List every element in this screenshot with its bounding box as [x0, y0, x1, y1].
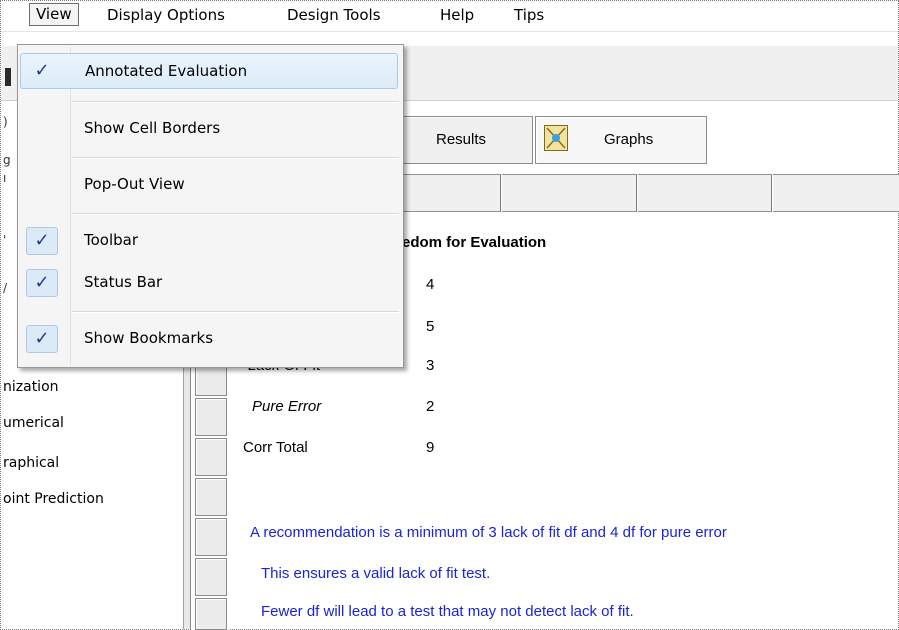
- tab-results[interactable]: Results: [395, 116, 533, 164]
- row-header[interactable]: [195, 438, 227, 476]
- menu-item-show-cell-borders[interactable]: Show Cell Borders: [20, 111, 399, 147]
- tree-node-fragment: /: [3, 281, 8, 295]
- tree-item-numerical[interactable]: umerical: [3, 415, 64, 431]
- df-value-corr-total: 9: [426, 439, 435, 456]
- menu-display-options[interactable]: Display Options: [101, 4, 231, 26]
- row-label-pure-error: Pure Error: [252, 398, 322, 415]
- check-icon: ✓: [34, 60, 50, 81]
- df-value-pure-error: 2: [426, 398, 435, 415]
- tab-results-label: Results: [436, 131, 487, 148]
- column-header[interactable]: [502, 174, 637, 212]
- menu-item-label: Show Cell Borders: [84, 119, 221, 137]
- report-heading: edom for Evaluation: [402, 234, 547, 251]
- tree-item-point-prediction[interactable]: oint Prediction: [3, 491, 104, 507]
- menu-item-pop-out-view[interactable]: Pop-Out View: [20, 167, 399, 203]
- tree-node-fragment: g: [3, 153, 11, 167]
- menu-tips[interactable]: Tips: [508, 4, 550, 26]
- tree-item-graphical[interactable]: raphical: [3, 455, 59, 471]
- menu-view[interactable]: View: [29, 3, 79, 26]
- check-icon: ✓: [26, 325, 58, 353]
- graph-icon: [544, 125, 568, 151]
- tab-graphs[interactable]: Graphs: [535, 116, 707, 164]
- menu-separator: [72, 311, 399, 313]
- menu-item-annotated-evaluation[interactable]: ✓ Annotated Evaluation: [20, 53, 398, 89]
- menu-item-label: Show Bookmarks: [84, 329, 214, 347]
- tree-node-fragment: ': [3, 233, 7, 247]
- menu-help[interactable]: Help: [434, 4, 480, 26]
- check-icon: ✓: [26, 227, 58, 255]
- column-header[interactable]: [773, 174, 899, 212]
- menu-item-label: Annotated Evaluation: [85, 62, 248, 80]
- df-value-lack-of-fit: 3: [426, 357, 435, 374]
- row-header[interactable]: [195, 518, 227, 556]
- menu-item-label: Status Bar: [84, 273, 163, 291]
- menu-item-label: Toolbar: [84, 231, 139, 249]
- df-value-residual: 5: [426, 318, 435, 335]
- row-header[interactable]: [195, 558, 227, 596]
- menu-separator: [72, 101, 399, 103]
- menu-separator: [72, 213, 399, 215]
- menu-item-show-bookmarks[interactable]: ✓ Show Bookmarks: [20, 321, 399, 357]
- validity-note: This ensures a valid lack of fit test.: [261, 565, 491, 582]
- tab-graphs-label: Graphs: [604, 131, 654, 148]
- row-header[interactable]: [195, 598, 227, 630]
- df-value-model: 4: [426, 276, 435, 293]
- row-header[interactable]: [195, 398, 227, 436]
- toolbar-handle[interactable]: [5, 68, 11, 86]
- menu-item-status-bar[interactable]: ✓ Status Bar: [20, 265, 399, 301]
- tree-node-fragment: ): [3, 115, 8, 129]
- tree-node-fragment: ı: [3, 171, 7, 185]
- menu-gutter: [70, 47, 71, 365]
- row-label-corr-total: Corr Total: [243, 439, 308, 456]
- menu-design-tools[interactable]: Design Tools: [281, 4, 387, 26]
- menu-bar: View Display Options Design Tools Help T…: [1, 1, 898, 32]
- menu-item-toolbar[interactable]: ✓ Toolbar: [20, 223, 399, 259]
- view-dropdown-menu: ✓ Annotated Evaluation Show Cell Borders…: [17, 44, 404, 368]
- menu-item-label: Pop-Out View: [84, 175, 185, 193]
- menu-separator: [72, 157, 399, 159]
- column-header[interactable]: [638, 174, 772, 212]
- check-icon: ✓: [26, 269, 58, 297]
- row-header[interactable]: [195, 478, 227, 516]
- tree-item-optimization[interactable]: nization: [3, 379, 59, 395]
- recommendation-note: A recommendation is a minimum of 3 lack …: [250, 524, 727, 541]
- fewer-df-note: Fewer df will lead to a test that may no…: [261, 603, 634, 620]
